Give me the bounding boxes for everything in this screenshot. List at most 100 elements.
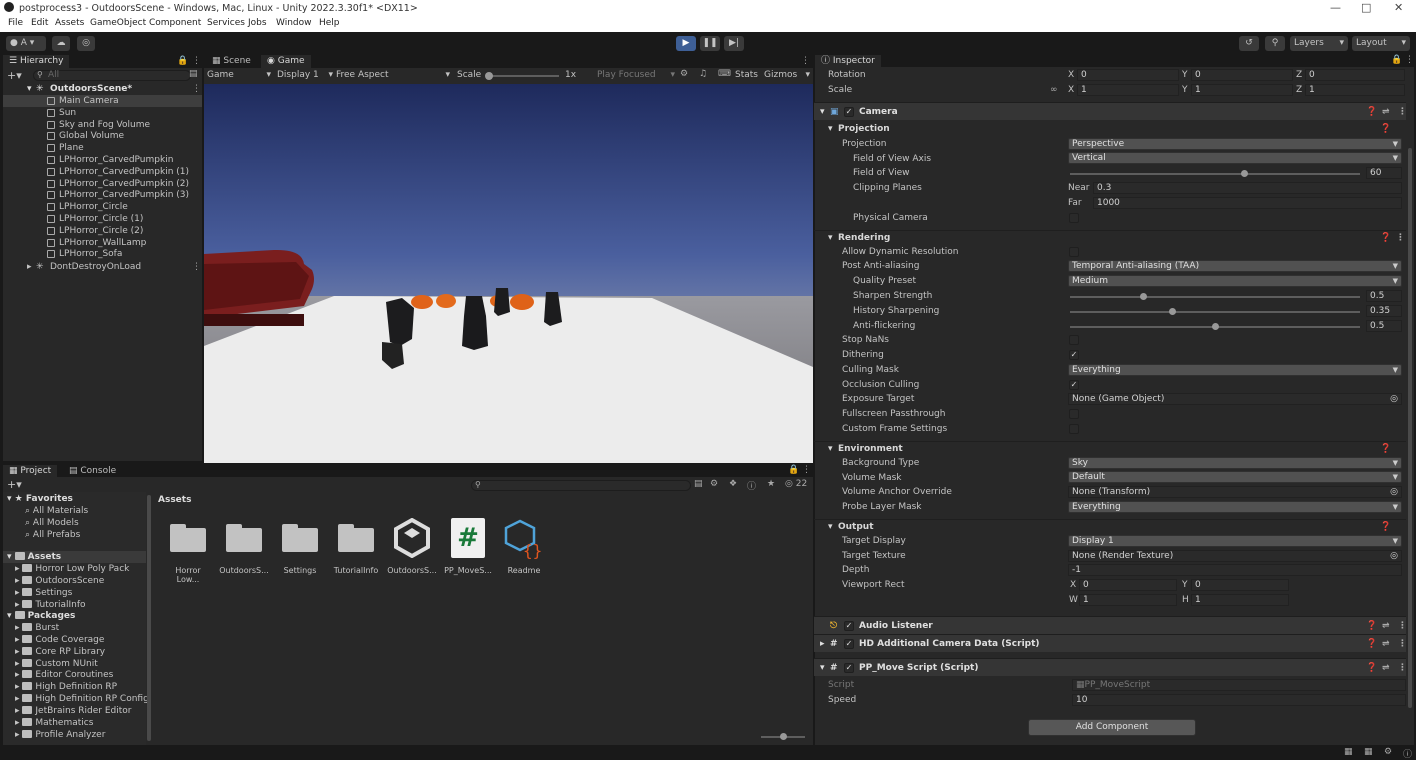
history-slider-knob[interactable] <box>1168 308 1176 315</box>
tree-item[interactable]: ▸ JetBrains Rider Editor <box>15 705 131 717</box>
display-dropdown[interactable]: Display 1 ▾ <box>277 70 333 80</box>
menu-jobs[interactable]: Jobs <box>248 18 267 28</box>
tab-hierarchy[interactable]: ☰ Hierarchy <box>3 55 70 68</box>
fullscreen-passthrough-checkbox[interactable] <box>1069 409 1079 419</box>
history-field[interactable]: 0.35 <box>1366 305 1402 317</box>
expand-arrow-icon[interactable]: ▸ <box>15 635 22 645</box>
tree-item[interactable]: ▸ Mathematics <box>15 717 93 729</box>
tree-item[interactable]: ▸ Horror Low Poly Pack <box>15 563 129 575</box>
tab-console[interactable]: ▤ Console <box>63 465 122 477</box>
inspector-scrollbar[interactable] <box>1408 148 1412 708</box>
sharpen-slider[interactable] <box>1070 296 1360 298</box>
viewport-h-field[interactable]: 1 <box>1191 594 1289 606</box>
sharpen-field[interactable]: 0.5 <box>1366 290 1402 302</box>
hd-camera-data-checkbox[interactable]: ✓ <box>844 639 854 649</box>
tree-item[interactable]: ▸ Profile Analyzer <box>15 729 105 741</box>
dontdestroy-row[interactable]: ▸ ✳ DontDestroyOnLoad ⋮ <box>3 261 202 273</box>
camera-component-header[interactable]: ▾ ▣ ✓ Camera ❓ ⇌ ⋮ <box>814 102 1407 121</box>
hierarchy-item[interactable]: LPHorror_Circle (2) <box>3 225 202 237</box>
hierarchy-item[interactable]: Plane <box>3 142 202 154</box>
expand-arrow-icon[interactable]: ▸ <box>15 694 22 704</box>
add-button[interactable]: +▾ <box>7 69 22 82</box>
hd-camera-data-header[interactable]: ▸ # ✓ HD Additional Camera Data (Script)… <box>814 634 1407 653</box>
speaker-icon[interactable]: ♫ <box>699 69 707 79</box>
kebab-menu-icon[interactable]: ⋮ <box>1398 103 1407 121</box>
physical-camera-checkbox[interactable] <box>1069 213 1079 223</box>
expand-arrow-icon[interactable]: ▸ <box>15 670 22 680</box>
kebab-menu-icon[interactable]: ⋮ <box>801 56 810 66</box>
scene-row[interactable]: ▾ ✳ OutdoorsScene* ⋮ <box>3 83 202 95</box>
asset-item[interactable]: Horror Low... <box>163 518 213 584</box>
expand-arrow-icon[interactable]: ▸ <box>15 647 22 657</box>
help-icon[interactable]: ❓ <box>1380 122 1391 136</box>
expand-arrow-icon[interactable]: ▸ <box>15 659 22 669</box>
help-icon[interactable]: ❓ <box>1380 231 1391 245</box>
create-button[interactable]: +▾ <box>7 478 22 491</box>
tab-scene[interactable]: ▦ Scene <box>206 55 257 68</box>
kebab-menu-icon[interactable]: ⋮ <box>1396 231 1405 245</box>
game-render[interactable] <box>204 84 813 463</box>
history-icon[interactable]: ↺ <box>1239 36 1259 51</box>
tree-item[interactable]: ⌕ All Prefabs <box>25 529 80 541</box>
pause-button[interactable]: ❚❚ <box>700 36 720 51</box>
project-search-input[interactable] <box>471 480 691 491</box>
hierarchy-item[interactable]: Sky and Fog Volume <box>3 119 202 131</box>
expand-arrow-icon[interactable]: ▸ <box>820 635 825 653</box>
scale-slider[interactable] <box>487 75 559 77</box>
tree-item[interactable]: ▸ Core RP Library <box>15 646 105 658</box>
occlusion-culling-checkbox[interactable]: ✓ <box>1069 380 1079 390</box>
scale-y-field[interactable]: 1 <box>1191 84 1293 96</box>
collab-icon[interactable]: ◎ <box>77 36 95 51</box>
asset-item[interactable]: Settings <box>275 518 325 575</box>
kebab-menu-icon[interactable]: ⋮ <box>1398 659 1407 677</box>
asset-item[interactable]: OutdoorsS... <box>387 517 437 575</box>
output-section-header[interactable]: ▾ Output ❓ <box>814 519 1406 533</box>
kebab-menu-icon[interactable]: ⋮ <box>192 83 201 95</box>
rotation-y-field[interactable]: 0 <box>1191 69 1293 81</box>
camera-enabled-checkbox[interactable]: ✓ <box>844 107 854 117</box>
kebab-menu-icon[interactable]: ⋮ <box>1398 635 1407 653</box>
notification-icon[interactable]: ⓘ <box>1403 747 1412 760</box>
minimize-button[interactable]: — <box>1330 1 1341 14</box>
search-input[interactable]: All <box>33 70 191 81</box>
expand-arrow-icon[interactable]: ▸ <box>15 600 22 610</box>
gizmos-dropdown[interactable]: Gizmos ▾ <box>764 70 810 80</box>
kebab-menu-icon[interactable]: ⋮ <box>192 261 201 273</box>
kebab-menu-icon[interactable]: ⋮ <box>1405 55 1414 65</box>
expand-arrow-icon[interactable]: ▸ <box>15 588 22 598</box>
object-picker-icon[interactable]: ◎ <box>1390 551 1398 561</box>
step-button[interactable]: ▶| <box>724 36 744 51</box>
menu-edit[interactable]: Edit <box>31 18 48 28</box>
layout-dropdown[interactable]: Layout ▾ <box>1352 36 1410 51</box>
play-focused-dropdown[interactable]: Play Focused ▾ <box>597 70 675 80</box>
hierarchy-item[interactable]: LPHorror_CarvedPumpkin (3) <box>3 189 202 201</box>
tree-item[interactable]: ▸ Code Coverage <box>15 634 104 646</box>
debug-icon[interactable]: ⚙ <box>1384 747 1392 757</box>
expand-arrow-icon[interactable]: ▾ <box>27 83 32 95</box>
viewport-x-field[interactable]: 0 <box>1079 579 1177 591</box>
pp-move-script-header[interactable]: ▾ # ✓ PP_Move Script (Script) ❓ ⇌ ⋮ <box>814 658 1407 677</box>
tree-item[interactable]: ▸ Burst <box>15 622 59 634</box>
preset-icon[interactable]: ⇌ <box>1382 635 1390 653</box>
play-button[interactable]: ▶ <box>676 36 696 51</box>
sharpen-slider-knob[interactable] <box>1139 293 1147 300</box>
tree-item[interactable]: ▸ Settings <box>15 587 72 599</box>
preset-icon[interactable]: ⇌ <box>1382 617 1390 635</box>
progress-icon[interactable]: ▦ <box>1344 747 1353 757</box>
hierarchy-item[interactable]: Main Camera <box>3 95 202 107</box>
hierarchy-item[interactable]: LPHorror_WallLamp <box>3 237 202 249</box>
help-icon[interactable]: ❓ <box>1366 103 1377 121</box>
probe-layer-mask-dropdown[interactable]: Everything ▼ <box>1068 501 1402 513</box>
kebab-menu-icon[interactable]: ⋮ <box>802 465 811 475</box>
fov-axis-dropdown[interactable]: Vertical ▼ <box>1068 152 1402 164</box>
dynamic-resolution-checkbox[interactable] <box>1069 247 1079 257</box>
help-icon[interactable]: ❓ <box>1380 520 1391 534</box>
zoom-slider-knob[interactable] <box>780 733 787 740</box>
target-display-dropdown[interactable]: Display 1 ▼ <box>1068 535 1402 547</box>
help-icon[interactable]: ❓ <box>1366 635 1377 653</box>
near-field[interactable]: 0.3 <box>1093 182 1402 194</box>
preset-icon[interactable]: ⇌ <box>1382 103 1390 121</box>
hierarchy-item[interactable]: LPHorror_CarvedPumpkin <box>3 154 202 166</box>
aspect-dropdown[interactable]: Free Aspect ▾ <box>336 70 450 80</box>
stop-nans-checkbox[interactable] <box>1069 335 1079 345</box>
